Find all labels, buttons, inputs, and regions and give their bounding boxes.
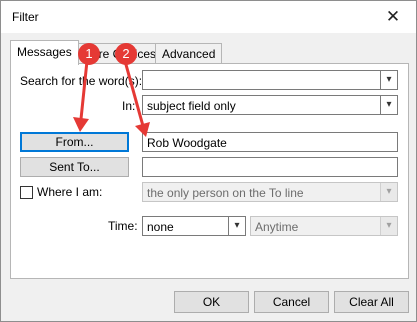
callout-arrowhead-1 [73,117,89,132]
callout-badge-1: 1 [78,43,100,65]
callout-arrowhead-2 [135,122,150,137]
filter-dialog: Filter ✕ Messages More Choices Advanced … [0,0,417,322]
callout-arrows [73,60,150,137]
callout-badge-2: 2 [115,43,137,65]
callout-arrow-2 [123,60,145,127]
callout-arrow-1 [79,60,89,120]
